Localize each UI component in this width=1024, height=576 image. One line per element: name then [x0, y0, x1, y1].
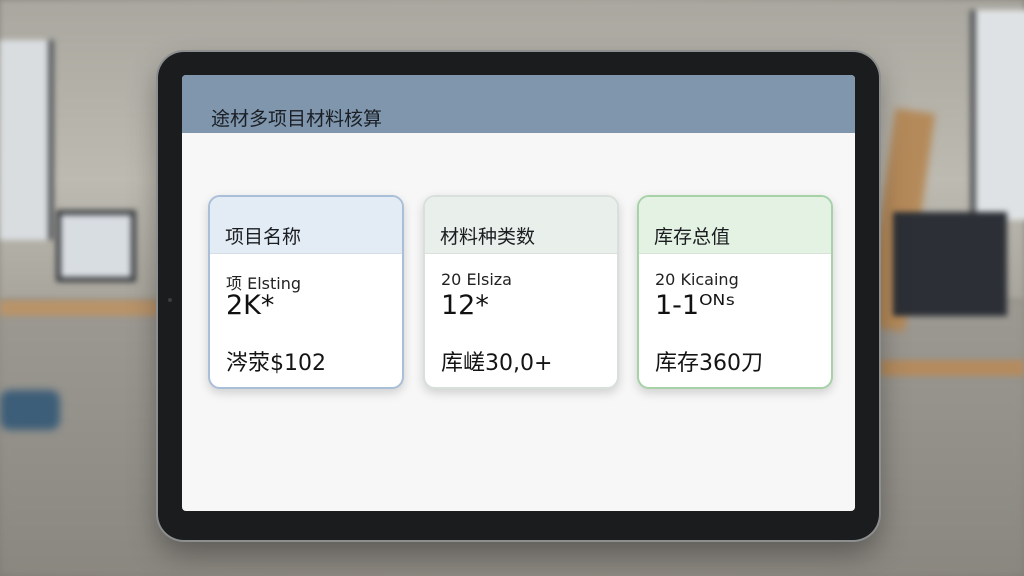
card-material-types[interactable]: 材料种类数 20 Elsiza 12* 库嵯30,0+	[423, 195, 619, 389]
card-value: 12*	[441, 290, 489, 321]
card-value: 1-1ᴼᴺˢ	[655, 290, 736, 321]
background-window-left	[0, 40, 54, 240]
app-title-bar: 途材多项目材料核算	[182, 75, 855, 133]
app-title: 途材多项目材料核算	[211, 108, 383, 130]
tablet-device: 途材多项目材料核算 项目名称 项 Elsting 2K* 涔荥$102 材料种类…	[158, 52, 879, 540]
card-header-label: 材料种类数	[440, 226, 536, 248]
card-header-label: 库存总值	[654, 226, 731, 248]
card-value: 2K*	[226, 290, 275, 321]
card-header: 项目名称	[210, 197, 402, 254]
card-header: 材料种类数	[425, 197, 617, 254]
card-header-label: 项目名称	[225, 226, 302, 248]
background-chair	[0, 390, 60, 430]
card-subtitle: 20 Elsiza	[441, 270, 512, 289]
background-monitor-right	[893, 212, 1007, 316]
background-desk-left	[0, 300, 160, 316]
background-desk-right	[880, 360, 1024, 376]
background-window-right	[970, 10, 1024, 220]
card-footer: 库嵯30,0+	[441, 351, 553, 376]
background-monitor-left	[56, 210, 136, 282]
card-inventory-value[interactable]: 库存总值 20 Kicaing 1-1ᴼᴺˢ 库存360刀	[637, 195, 833, 389]
tablet-screen: 途材多项目材料核算 项目名称 项 Elsting 2K* 涔荥$102 材料种类…	[182, 75, 855, 511]
card-footer: 涔荥$102	[226, 351, 326, 376]
card-subtitle: 20 Kicaing	[655, 270, 739, 289]
card-header: 库存总值	[639, 197, 831, 254]
card-footer: 库存360刀	[655, 351, 763, 376]
card-project-name[interactable]: 项目名称 项 Elsting 2K* 涔荥$102	[208, 195, 404, 389]
camera-dot	[168, 298, 172, 302]
